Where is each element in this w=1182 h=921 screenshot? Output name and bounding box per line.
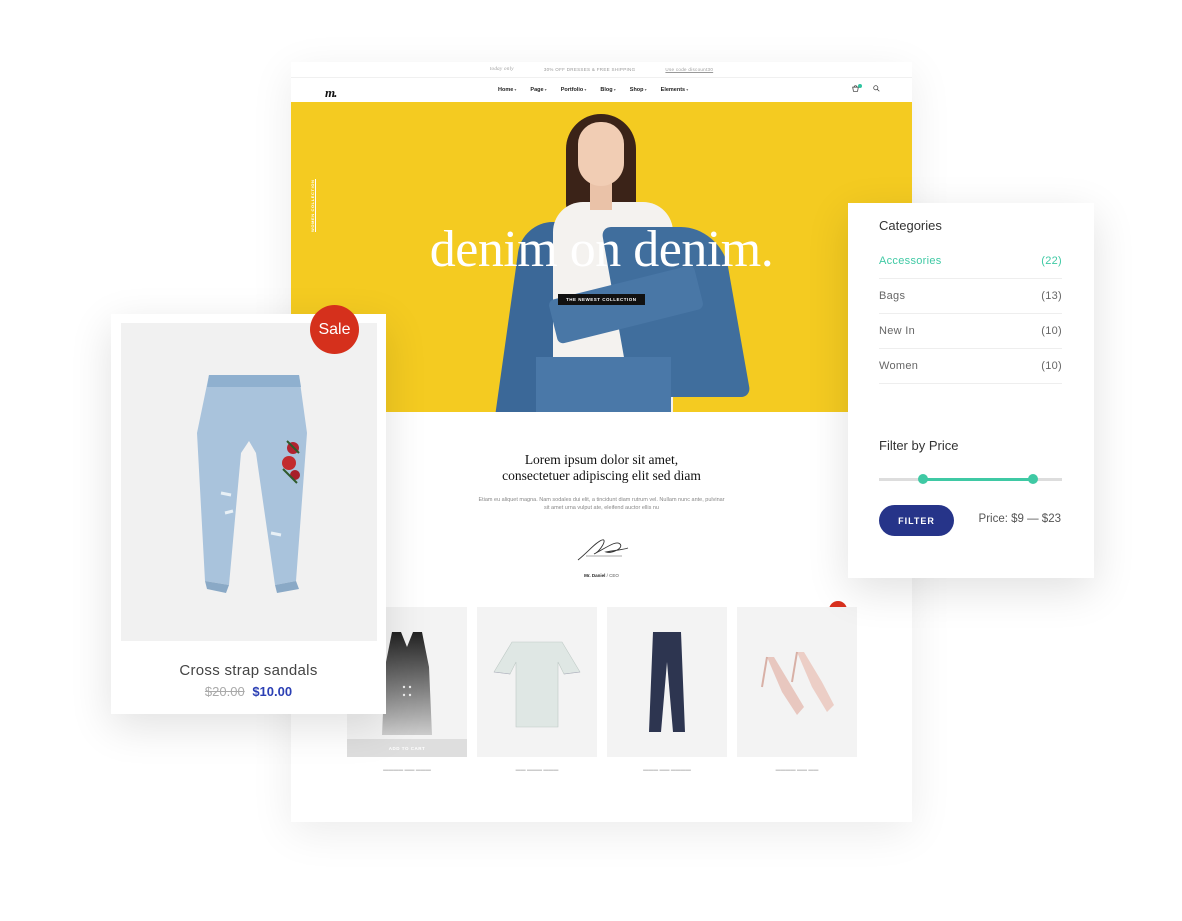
product-grid: ADD TO CART ▬▬▬▬ ▬▬ ▬▬▬ ▬▬ ▬▬▬ ▬▬▬ Sale … xyxy=(347,601,857,773)
dress-image xyxy=(493,641,581,728)
category-label: Bags xyxy=(879,290,906,302)
category-item-accessories[interactable]: Accessories (22) xyxy=(879,244,1062,279)
main-menu: Home Page Portfolio Blog Shop Elements xyxy=(498,87,688,93)
product-name-placeholder: ▬▬▬▬ ▬▬ ▬▬▬ xyxy=(383,767,431,773)
price-range-slider[interactable] xyxy=(879,474,1062,484)
logo[interactable]: m. xyxy=(325,85,337,101)
cart-icon[interactable] xyxy=(852,84,862,94)
old-price: $20.00 xyxy=(204,684,245,699)
price-range-fill xyxy=(922,478,1033,481)
product-name-placeholder: ▬▬▬ ▬▬ ▬▬▬▬ xyxy=(643,767,691,773)
nav-icons xyxy=(852,84,880,94)
category-count: (13) xyxy=(1041,290,1062,302)
price-max-handle[interactable] xyxy=(1027,474,1038,484)
menu-item-elements[interactable]: Elements xyxy=(661,87,689,93)
featured-product-card[interactable]: Sale Cross strap sandals $20.00 $10.00 xyxy=(111,305,386,714)
category-label: Women xyxy=(879,360,919,372)
sale-badge: Sale xyxy=(310,305,359,354)
featured-product-name[interactable]: Cross strap sandals xyxy=(111,662,386,679)
category-count: (10) xyxy=(1041,325,1062,337)
product-card[interactable]: ▬▬▬▬ ▬▬ ▬▬ xyxy=(737,607,857,773)
product-name-placeholder: ▬▬ ▬▬▬ ▬▬▬ xyxy=(515,767,559,773)
hero-tag-button[interactable]: THE NEWEST COLLECTION xyxy=(558,294,645,305)
vest-image xyxy=(382,632,432,735)
search-icon[interactable] xyxy=(873,85,880,94)
promo-bar: today only 30% OFF DRESSES & FREE SHIPPI… xyxy=(291,62,912,78)
filter-button[interactable]: FILTER xyxy=(879,505,954,536)
menu-item-home[interactable]: Home xyxy=(498,87,516,93)
menu-item-portfolio[interactable]: Portfolio xyxy=(561,87,587,93)
category-item-new-in[interactable]: New In (10) xyxy=(879,314,1062,349)
navbar: m. Home Page Portfolio Blog Shop Element… xyxy=(291,78,912,103)
signature-image xyxy=(577,539,628,561)
featured-product-image xyxy=(121,323,377,641)
promo-code-link[interactable]: Use code discount30 xyxy=(665,67,713,72)
new-price: $10.00 xyxy=(252,684,293,699)
menu-item-shop[interactable]: Shop xyxy=(630,87,647,93)
cart-badge xyxy=(858,84,862,88)
signer-name: Mr. Daniel xyxy=(584,573,606,578)
intro-body: Etiam eu aliquet magna. Nam sodales dui … xyxy=(478,497,725,511)
product-image xyxy=(607,607,727,757)
product-card[interactable]: ▬▬ ▬▬▬ ▬▬▬ xyxy=(477,607,597,773)
category-item-bags[interactable]: Bags (13) xyxy=(879,279,1062,314)
categories-list: Accessories (22) Bags (13) New In (10) W… xyxy=(879,244,1062,384)
category-label: Accessories xyxy=(879,255,942,267)
promo-left: today only xyxy=(489,67,514,72)
price-min-handle[interactable] xyxy=(917,474,928,484)
product-image xyxy=(477,607,597,757)
heels-image xyxy=(761,651,834,715)
product-image xyxy=(737,607,857,757)
category-item-women[interactable]: Women (10) xyxy=(879,349,1062,384)
category-label: New In xyxy=(879,325,916,337)
promo-center: 30% OFF DRESSES & FREE SHIPPING xyxy=(543,67,636,72)
hero-title: denim on denim. xyxy=(429,221,774,278)
category-count: (22) xyxy=(1041,255,1062,267)
menu-item-page[interactable]: Page xyxy=(530,87,546,93)
add-to-cart-button[interactable]: ADD TO CART xyxy=(347,739,467,757)
price-range-label: Price: $9 — $23 xyxy=(978,513,1061,525)
featured-product-price: $20.00 $10.00 xyxy=(111,684,386,699)
price-filter-title: Filter by Price xyxy=(879,438,959,453)
trousers-image xyxy=(649,632,685,732)
shop-sidebar-widget: Categories Accessories (22) Bags (13) Ne… xyxy=(848,203,1094,578)
categories-title: Categories xyxy=(879,218,942,233)
signer-role: / CEO xyxy=(606,573,619,578)
product-card[interactable]: Sale ▬▬▬ ▬▬ ▬▬▬▬ xyxy=(607,601,847,773)
product-name-placeholder: ▬▬▬▬ ▬▬ ▬▬ xyxy=(775,767,819,773)
category-count: (10) xyxy=(1041,360,1062,372)
menu-item-blog[interactable]: Blog xyxy=(600,87,615,93)
